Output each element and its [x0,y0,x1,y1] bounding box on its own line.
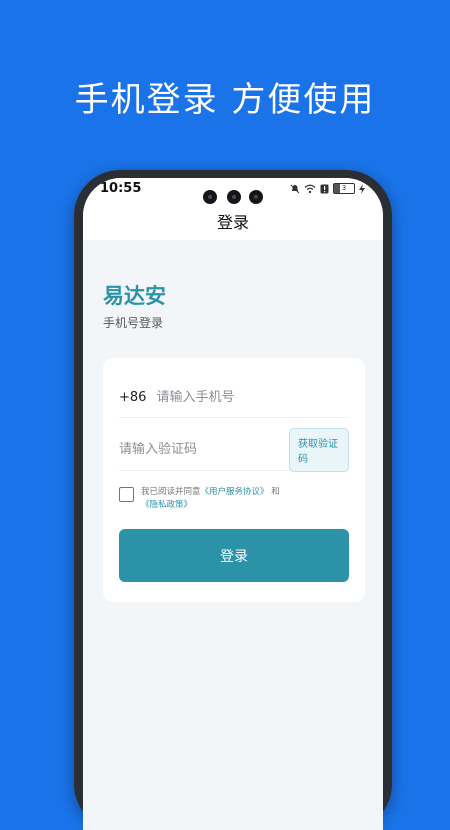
status-icons: 3 [290,183,365,194]
agreement-prefix: 我已阅读并同意 [141,487,201,497]
bell-off-icon [290,184,300,193]
login-card: +86 获取验证码 我已阅读并同意《用户服务协议》 和 《隐私政策》 登录 [103,358,365,602]
phone-row: +86 [119,378,349,418]
country-code[interactable]: +86 [119,390,146,405]
verification-code-input[interactable] [119,442,289,457]
brand-subtitle: 手机号登录 [103,316,164,330]
phone-input[interactable] [156,390,327,405]
phone-screen: 10:55 3 登录 易达安 手机号登录 +86 请输入手机号 请输入验证码 获… [83,178,383,830]
brand-name: 易达安 [103,284,166,308]
camera-icon [249,190,263,204]
camera-icon [203,190,217,204]
alert-icon [320,184,329,193]
agreement-checkbox[interactable] [119,487,134,502]
phone-frame: 10:55 3 登录 易达安 手机号登录 +86 请输入手机号 请输入验证码 获… [74,170,392,830]
status-time: 10:55 [100,181,142,196]
agreement-and: 和 [271,487,280,497]
code-row: 获取验证码 [119,427,349,472]
camera-icon [227,190,241,204]
get-code-button[interactable]: 获取验证码 [289,427,349,472]
user-agreement-link[interactable]: 《用户服务协议》 [201,487,269,497]
charging-icon [359,183,365,194]
wifi-icon [304,184,316,193]
login-button[interactable]: 登录 [119,529,349,582]
promo-title: 手机登录 方便使用 [74,80,376,120]
battery-icon: 3 [333,183,355,194]
agreement-text: 我已阅读并同意《用户服务协议》 和 《隐私政策》 [141,486,280,512]
privacy-policy-link[interactable]: 《隐私政策》 [141,500,192,510]
agreement-row: 我已阅读并同意《用户服务协议》 和 《隐私政策》 [119,486,349,512]
page-title: 登录 [216,213,249,232]
top-bar: 10:55 3 登录 [83,178,383,240]
